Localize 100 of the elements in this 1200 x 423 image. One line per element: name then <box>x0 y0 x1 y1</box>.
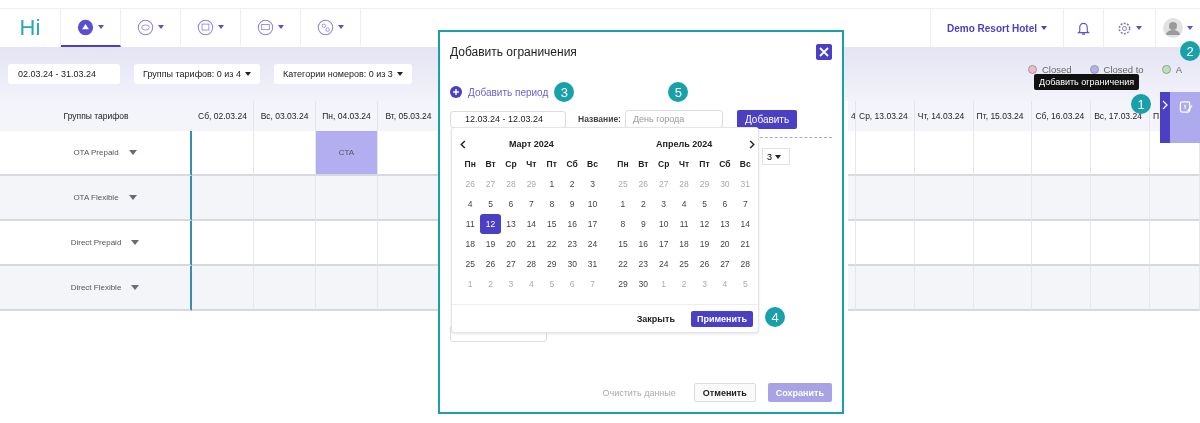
table-cell[interactable] <box>254 221 316 266</box>
calendar-day[interactable]: 1 <box>612 194 634 214</box>
calendar-day[interactable]: 23 <box>633 254 654 274</box>
close-button[interactable]: Закрыть <box>630 312 681 325</box>
table-cell[interactable] <box>254 131 316 176</box>
nav-tab[interactable] <box>61 9 121 47</box>
calendar-day[interactable]: 2 <box>561 174 583 194</box>
calendar-day[interactable]: 17 <box>653 234 674 254</box>
calendar-day[interactable]: 25 <box>460 254 481 274</box>
caret-icon[interactable] <box>128 150 137 155</box>
chevron-right-icon[interactable] <box>749 139 756 149</box>
calendar-day[interactable]: 28 <box>735 254 756 274</box>
table-cell[interactable] <box>856 176 915 221</box>
calendar-day[interactable]: 5 <box>480 194 501 214</box>
calendar-day[interactable]: 3 <box>653 194 674 214</box>
calendar-day[interactable]: 27 <box>714 254 736 274</box>
calendar-day[interactable]: 29 <box>541 254 562 274</box>
calendar-day[interactable]: 9 <box>633 214 654 234</box>
calendar-day[interactable]: 14 <box>735 214 756 234</box>
add-button[interactable]: Добавить <box>736 109 798 129</box>
table-cell[interactable] <box>914 266 974 311</box>
table-cell[interactable] <box>973 266 1033 311</box>
calendar-day[interactable]: 13 <box>500 214 522 234</box>
calendar-day[interactable]: 27 <box>500 254 522 274</box>
cancel-button[interactable]: Отменить <box>693 383 756 402</box>
table-cell[interactable] <box>192 176 254 221</box>
apply-button[interactable]: Применить <box>690 310 753 327</box>
calendar-day[interactable]: 21 <box>735 234 756 254</box>
calendar-day[interactable]: 11 <box>673 214 695 234</box>
calendar-day[interactable]: 19 <box>694 234 715 254</box>
table-cell[interactable] <box>1032 131 1092 176</box>
calendar-day[interactable]: 8 <box>612 214 634 234</box>
table-cell[interactable] <box>1091 131 1150 176</box>
calendar-day[interactable]: 25 <box>673 254 695 274</box>
calendar-day[interactable]: 24 <box>582 234 603 254</box>
calendar-day[interactable]: 19 <box>480 234 501 254</box>
table-cell[interactable] <box>848 176 856 221</box>
calendar-day[interactable]: 9 <box>561 194 583 214</box>
calendar-day[interactable]: 3 <box>582 174 603 194</box>
date-range-field[interactable]: 02.03.24 - 31.03.24 <box>8 64 121 84</box>
calendar-day[interactable]: 20 <box>714 234 736 254</box>
calendar-day[interactable]: 26 <box>480 254 501 274</box>
calendar-day[interactable]: 30 <box>561 254 583 274</box>
table-cell[interactable] <box>378 176 440 221</box>
calendar-day[interactable]: 1 <box>541 174 562 194</box>
table-cell[interactable] <box>254 266 316 311</box>
calendar-day[interactable]: 7 <box>735 194 756 214</box>
table-cell[interactable] <box>1032 221 1092 266</box>
calendar-day[interactable]: 20 <box>500 234 522 254</box>
table-cell[interactable] <box>1091 176 1150 221</box>
table-cell[interactable] <box>316 221 378 266</box>
calendar-day[interactable]: 16 <box>561 214 583 234</box>
calendar-day[interactable]: 4 <box>673 194 695 214</box>
table-cell[interactable] <box>973 131 1033 176</box>
calendar-day[interactable]: 30 <box>633 274 654 294</box>
category-dropdown[interactable]: 3 <box>762 148 790 165</box>
calendar-day[interactable]: 6 <box>714 194 736 214</box>
calendar-day[interactable]: 12 <box>694 214 715 234</box>
table-cell[interactable] <box>1032 266 1092 311</box>
caret-icon[interactable] <box>131 240 140 245</box>
add-period-link[interactable]: Добавить период <box>450 86 549 98</box>
table-cell[interactable] <box>914 131 974 176</box>
calendar-day[interactable]: 11 <box>460 214 481 234</box>
calendar-day[interactable]: 18 <box>460 234 481 254</box>
table-cell[interactable] <box>1032 176 1092 221</box>
calendar-day[interactable]: 10 <box>653 214 674 234</box>
calendar-day[interactable]: 22 <box>541 234 562 254</box>
table-cell[interactable] <box>856 131 915 176</box>
calendar-day[interactable]: 23 <box>561 234 583 254</box>
calendar-day[interactable]: 13 <box>714 214 736 234</box>
filter-dropdown[interactable]: Группы тарифов: 0 из 4 <box>134 64 260 84</box>
calendar-day[interactable]: 12 <box>480 214 501 234</box>
restriction-cell[interactable]: CTA <box>316 131 378 176</box>
calendar-day[interactable]: 8 <box>541 194 562 214</box>
calendar-day[interactable]: 5 <box>694 194 715 214</box>
table-cell[interactable] <box>848 221 856 266</box>
table-cell[interactable] <box>848 266 856 311</box>
table-cell[interactable] <box>856 221 915 266</box>
table-cell[interactable] <box>973 176 1033 221</box>
calendar-day[interactable]: 29 <box>612 274 634 294</box>
calendar-day[interactable]: 16 <box>633 234 654 254</box>
filter-dropdown[interactable]: Категории номеров: 0 из 3 <box>274 64 412 84</box>
table-cell[interactable] <box>192 266 254 311</box>
table-cell[interactable] <box>856 266 915 311</box>
table-cell[interactable] <box>1091 221 1150 266</box>
close-button[interactable] <box>816 44 832 60</box>
table-cell[interactable] <box>973 221 1033 266</box>
chevron-left-icon[interactable] <box>460 139 466 149</box>
table-cell[interactable] <box>1150 176 1200 221</box>
calendar-day[interactable]: 7 <box>521 194 542 214</box>
caret-icon[interactable] <box>131 285 140 290</box>
table-cell[interactable] <box>378 266 440 311</box>
table-cell[interactable] <box>316 176 378 221</box>
calendar-day[interactable]: 15 <box>541 214 562 234</box>
table-cell[interactable] <box>316 266 378 311</box>
table-cell[interactable] <box>192 221 254 266</box>
calendar-day[interactable]: 10 <box>582 194 603 214</box>
table-cell[interactable] <box>192 131 254 176</box>
calendar-day[interactable]: 21 <box>521 234 542 254</box>
table-cell[interactable] <box>254 176 316 221</box>
